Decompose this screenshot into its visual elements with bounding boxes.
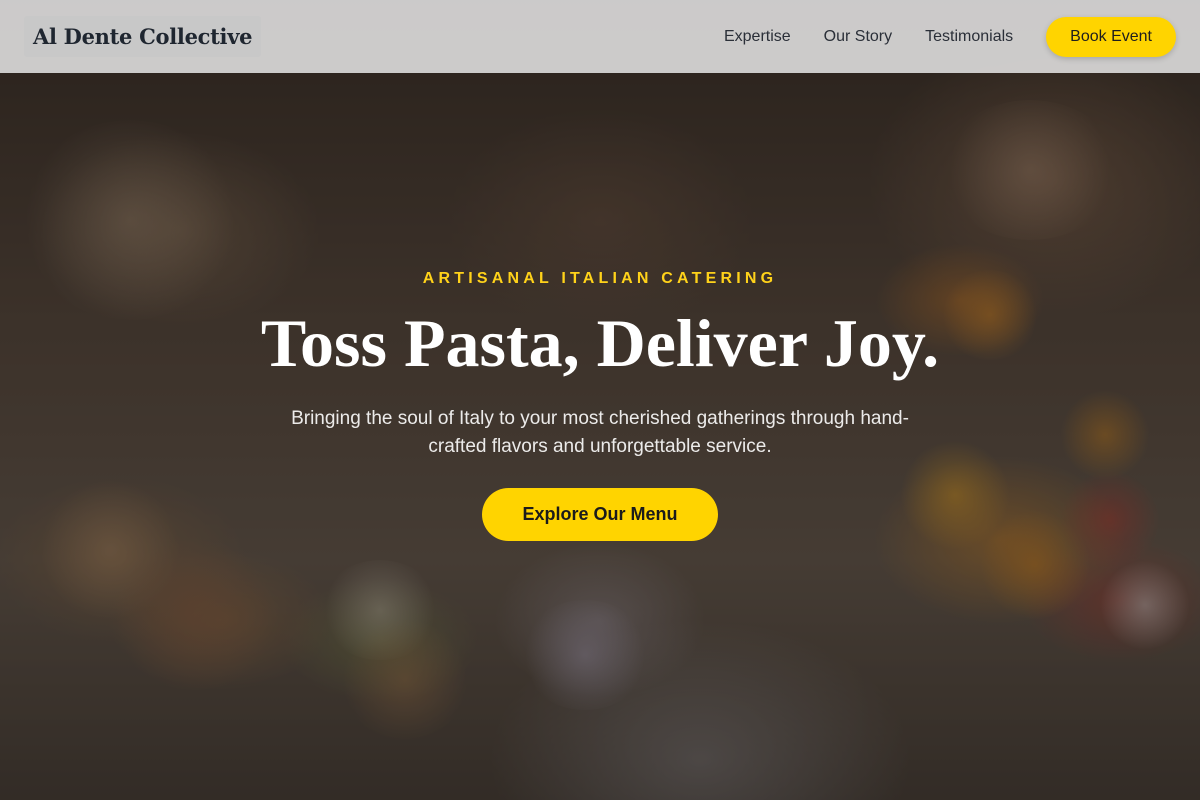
- nav-link-expertise[interactable]: Expertise: [724, 28, 791, 46]
- hero-headline: Toss Pasta, Deliver Joy.: [260, 305, 940, 381]
- site-header: Al Dente Collective Expertise Our Story …: [0, 0, 1200, 73]
- hero-eyebrow: ARTISANAL ITALIAN CATERING: [422, 270, 778, 287]
- hero-subtitle: Bringing the soul of Italy to your most …: [291, 407, 909, 457]
- explore-menu-button[interactable]: Explore Our Menu: [482, 487, 718, 541]
- main-nav: Expertise Our Story Testimonials Book Ev…: [724, 16, 1176, 57]
- hero-section: ARTISANAL ITALIAN CATERING Toss Pasta, D…: [0, 270, 1200, 541]
- brand-logo[interactable]: Al Dente Collective: [24, 16, 262, 57]
- nav-link-testimonials[interactable]: Testimonials: [925, 28, 1013, 46]
- nav-link-our-story[interactable]: Our Story: [824, 28, 892, 46]
- book-event-button[interactable]: Book Event: [1046, 16, 1176, 57]
